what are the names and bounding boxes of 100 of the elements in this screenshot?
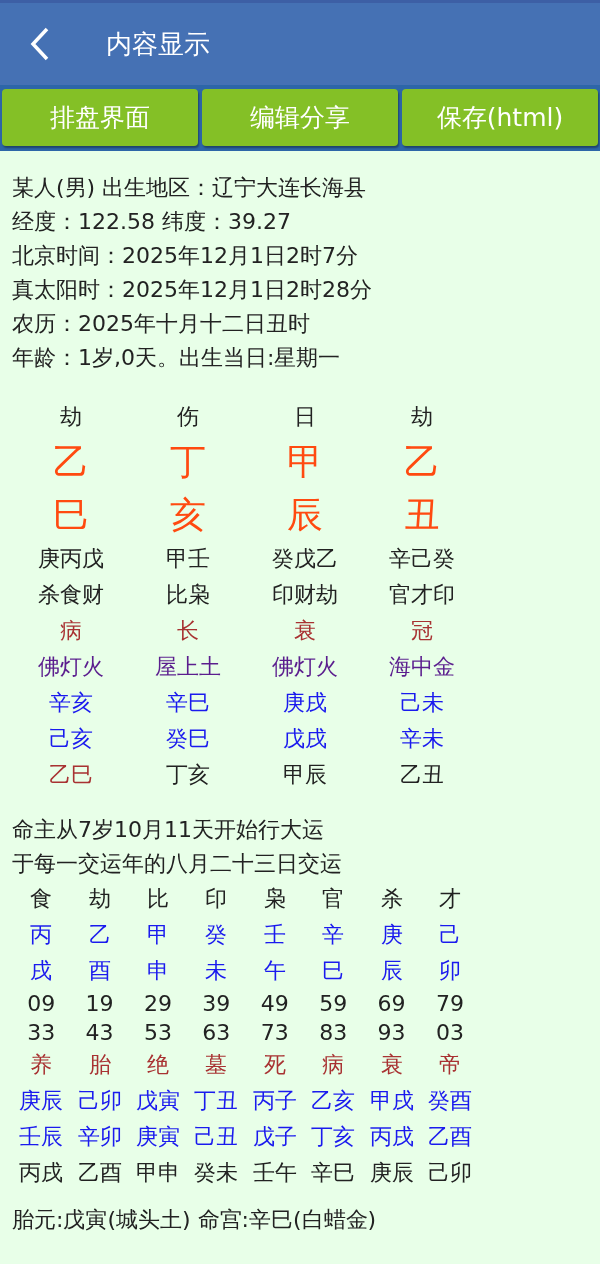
chart-cell-text: 劫 [88,885,111,913]
chart-cell-text: 43 [85,1019,114,1047]
action-button[interactable]: 保存(html) [402,89,598,146]
chart-cell-text: 己亥 [48,725,93,753]
chart-cell-text: 辛卯 [77,1123,122,1151]
chart-cell-text: 乙酉 [427,1123,472,1151]
chart-cell-text: 乙 [88,921,111,949]
chart-cell-text: 壬辰 [19,1123,64,1151]
chart-cell-text: 海中金 [388,653,455,681]
chart-cell-text: 甲 [146,921,169,949]
chart-cell-text: 戊子 [252,1123,297,1151]
chart-cell-text: 午 [263,957,286,985]
chart-cell-text: 甲 [286,440,323,484]
chart-cell-text: 甲戌 [369,1087,414,1115]
chart-cell-text: 丑 [403,493,440,537]
chart-cell-text: 巳 [52,493,89,537]
chart-cell-text: 屋上土 [154,653,221,681]
chart-cell-text: 未 [205,957,228,985]
chart-cell-text: 长 [176,617,199,645]
chart-cell-text: 病 [59,617,82,645]
chart-cell-text: 辛未 [399,725,444,753]
chart-cell-text: 食 [30,885,53,913]
chart-cell-text: 癸未 [194,1159,239,1187]
chart-cell-text: 辰 [380,957,403,985]
chart-cell-text: 19 [85,990,114,1018]
chart-cell-text: 己卯 [77,1087,122,1115]
chart-cell-text: 官 [322,885,345,913]
chart-cell-text: 戊寅 [135,1087,180,1115]
chart-cell-text: 癸酉 [427,1087,472,1115]
chart-cell-text: 枭 [263,885,286,913]
chart-cell-text: 戌 [30,957,53,985]
chart-cell-text: 衰 [293,617,316,645]
chart-cell-text: 死 [263,1051,286,1079]
chart-cell-text: 辛己癸 [388,545,455,573]
chart-cell-text: 申 [146,957,169,985]
chart-cell-text: 甲辰 [282,761,327,789]
chart-cell-text: 乙 [403,440,440,484]
chart-cell-text: 绝 [146,1051,169,1079]
chart-cell-text: 29 [143,990,172,1018]
chart-cell-text: 养 [30,1051,53,1079]
chart-cell-text: 比枭 [165,581,210,609]
chart-cell-text: 病 [322,1051,345,1079]
chart-cell-text: 佛灯火 [271,653,338,681]
chart-cell-text: 劫 [410,403,433,431]
chart-cell-text: 癸戊乙 [271,545,338,573]
chart-cell-text: 己丑 [194,1123,239,1151]
chart-cell-text: 酉 [88,957,111,985]
chart-cell-text: 甲申 [135,1159,180,1187]
chart-cell-text: 庚戌 [282,689,327,717]
chart-cell-text: 杀食财 [37,581,104,609]
chart-cell-text: 丁丑 [194,1087,239,1115]
info-line: 北京时间：2025年12月1日2时7分 [12,242,359,270]
chart-cell-text: 己卯 [427,1159,472,1187]
chart-cell-text: 冠 [410,617,433,645]
chart-cell-text: 丁亥 [311,1123,356,1151]
chart-cell-text: 09 [27,990,56,1018]
chart-cell-text: 辛巳 [165,689,210,717]
chart-cell-text: 胎 [88,1051,111,1079]
chart-cell-text: 乙酉 [77,1159,122,1187]
chart-cell-text: 戊戌 [282,725,327,753]
chart-cell-text: 己未 [399,689,444,717]
chart-cell-text: 丙戌 [19,1159,64,1187]
chart-cell-text: 73 [260,1019,289,1047]
chart-cell-text: 乙巳 [48,761,93,789]
chart-cell-text: 庚辰 [369,1159,414,1187]
chart-cell-text: 辰 [286,493,323,537]
chart-cell-text: 39 [202,990,231,1018]
chart-cell-text: 79 [435,990,464,1018]
chart-cell-text: 59 [319,990,348,1018]
chart-cell-text: 才 [438,885,461,913]
chart-cell-text: 杀 [380,885,403,913]
info-line: 胎元:戊寅(城头土) 命宫:辛巳(白蜡金) [12,1206,378,1234]
chart-cell-text: 劫 [59,403,82,431]
chart-cell-text: 比 [146,885,169,913]
chart-cell-text: 墓 [205,1051,228,1079]
chart-cell-text: 印 [205,885,228,913]
chart-cell-text: 壬 [263,921,286,949]
info-line: 于每一交运年的八月二十三日交运 [12,850,343,878]
chart-cell-text: 佛灯火 [37,653,104,681]
chart-cell-text: 93 [377,1019,406,1047]
action-button[interactable]: 编辑分享 [202,89,398,146]
chart-cell-text: 伤 [176,403,199,431]
chart-cell-text: 49 [260,990,289,1018]
back-icon[interactable] [30,27,50,61]
chart-cell-text: 63 [202,1019,231,1047]
chart-cell-text: 庚寅 [135,1123,180,1151]
chart-cell-text: 己 [438,921,461,949]
chart-cell-text: 庚丙戊 [37,545,104,573]
chart-cell-text: 甲壬 [165,545,210,573]
action-button[interactable]: 排盘界面 [2,89,198,146]
chart-cell-text: 辛 [322,921,345,949]
info-line: 某人(男) 出生地区：辽宁大连长海县 [12,174,368,202]
screen-title: 内容显示 [106,27,210,61]
chart-cell-text: 癸 [205,921,228,949]
chart-cell-text: 丁亥 [165,761,210,789]
chart-cell-text: 乙 [52,440,89,484]
chart-cell-text: 癸巳 [165,725,210,753]
chart-cell-text: 83 [319,1019,348,1047]
chart-cell-text: 官才印 [388,581,455,609]
info-line: 农历：2025年十月十二日丑时 [12,310,311,338]
